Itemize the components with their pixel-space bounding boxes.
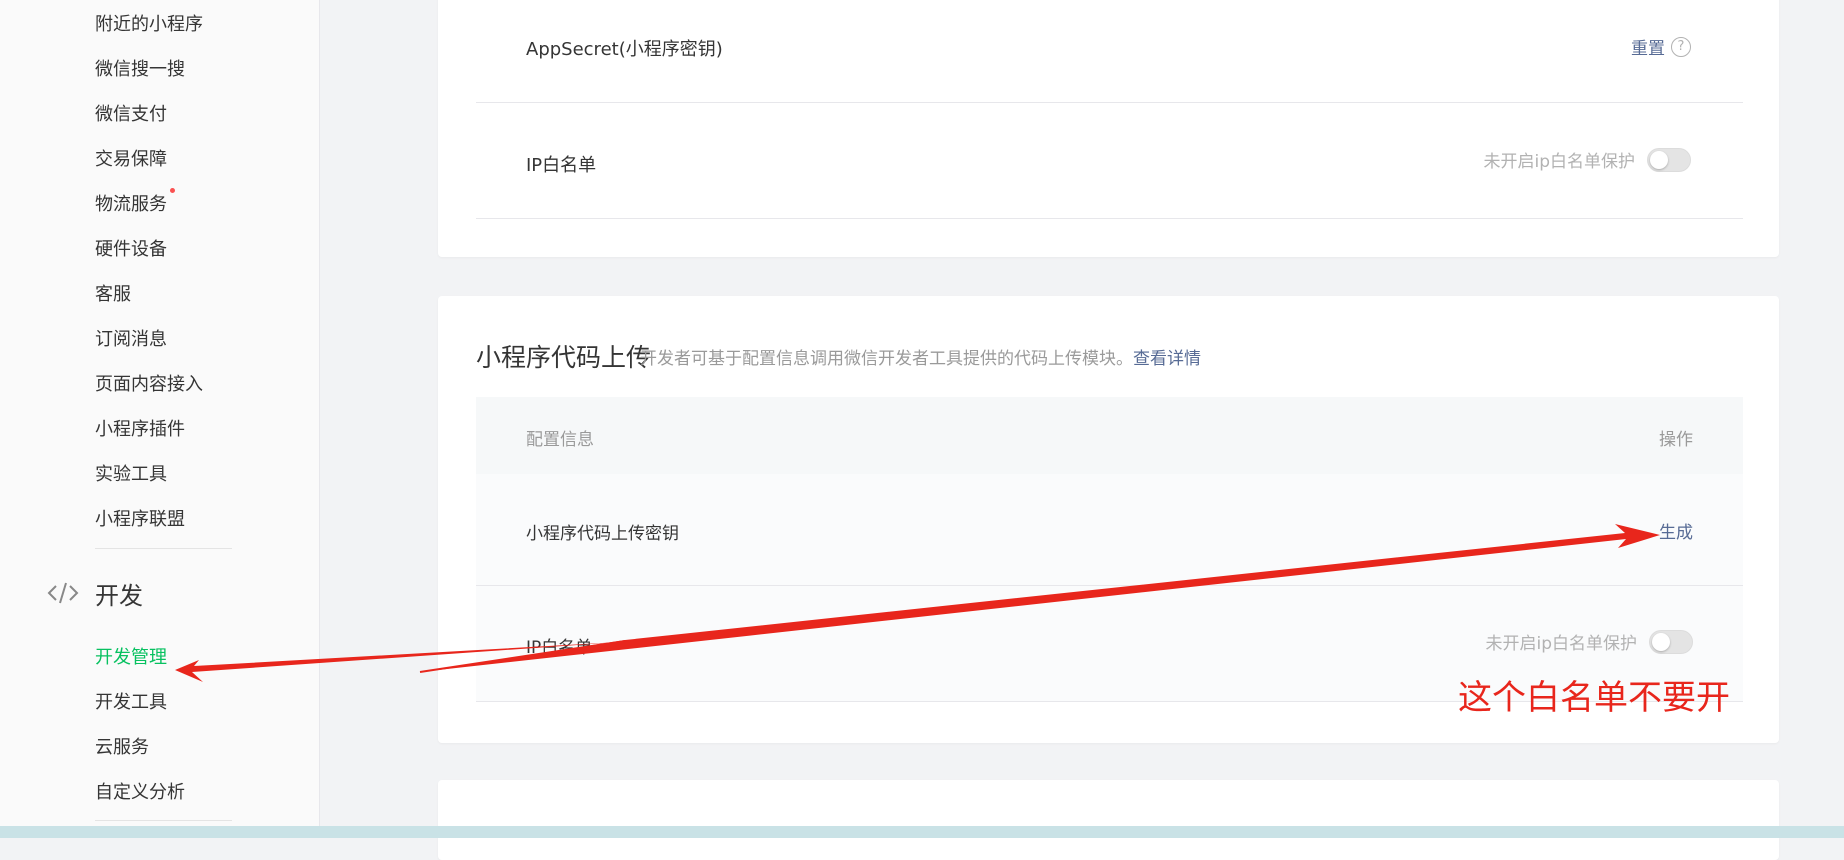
sidebar-item-customer-service[interactable]: 客服: [95, 280, 131, 306]
sidebar: 附近的小程序 微信搜一搜 微信支付 交易保障 物流服务 硬件设备 客服 订阅消息…: [0, 0, 320, 838]
view-details-link[interactable]: 查看详情: [1133, 349, 1201, 369]
card-title: 小程序代码上传: [476, 343, 652, 372]
reset-appsecret-link[interactable]: 重置: [1631, 34, 1665, 59]
upload-ip-whitelist-control: 未开启ip白名单保护: [1485, 629, 1693, 654]
code-icon: [47, 578, 79, 608]
sidebar-item-dev-tools[interactable]: 开发工具: [95, 688, 167, 714]
sidebar-divider: [95, 548, 232, 549]
appsecret-actions: 重置 ?: [1631, 34, 1691, 59]
sidebar-item-trade-guarantee[interactable]: 交易保障: [95, 145, 167, 171]
sidebar-item-page-content[interactable]: 页面内容接入: [95, 370, 203, 396]
sidebar-item-wechat-pay[interactable]: 微信支付: [95, 100, 167, 126]
ip-whitelist-label: IP白名单: [526, 155, 597, 176]
table-row: 小程序代码上传密钥 生成: [476, 474, 1743, 585]
sidebar-item-label: 物流服务: [95, 194, 167, 215]
row-divider: [476, 102, 1743, 103]
sidebar-group-dev[interactable]: 开发: [47, 578, 143, 610]
sidebar-group-label: 开发: [95, 581, 143, 610]
help-icon[interactable]: ?: [1671, 36, 1691, 57]
sidebar-item-experiment-tools[interactable]: 实验工具: [95, 460, 167, 486]
toggle-knob: [1650, 150, 1668, 169]
sidebar-item-wechat-search[interactable]: 微信搜一搜: [95, 55, 185, 81]
appsecret-label: AppSecret(小程序密钥): [526, 39, 723, 60]
upload-ip-whitelist-status: 未开启ip白名单保护: [1485, 634, 1637, 654]
sidebar-item-plugins[interactable]: 小程序插件: [95, 415, 185, 441]
annotation-note: 这个白名单不要开: [1458, 678, 1730, 718]
ip-whitelist-toggle[interactable]: [1647, 147, 1691, 172]
sidebar-item-logistics[interactable]: 物流服务: [95, 188, 175, 216]
config-card: AppSecret(小程序密钥) 重置 ? IP白名单 未开启ip白名单保护: [438, 0, 1779, 257]
ip-whitelist-control: 未开启ip白名单保护: [1483, 147, 1691, 172]
ip-whitelist-status: 未开启ip白名单保护: [1483, 152, 1635, 172]
sidebar-item-cloud-service[interactable]: 云服务: [95, 733, 149, 759]
column-header-action: 操作: [1659, 430, 1693, 450]
generate-key-link[interactable]: 生成: [1659, 518, 1693, 543]
next-card: [438, 780, 1779, 860]
toggle-knob: [1652, 632, 1670, 651]
row-divider: [476, 218, 1743, 219]
column-header-config: 配置信息: [526, 430, 594, 450]
upload-key-label: 小程序代码上传密钥: [526, 524, 679, 544]
sidebar-item-custom-analysis[interactable]: 自定义分析: [95, 778, 185, 804]
sidebar-item-nearby-miniprogram[interactable]: 附近的小程序: [95, 10, 203, 36]
upload-ip-whitelist-label: IP白名单: [526, 638, 593, 658]
card-description: 开发者可基于配置信息调用微信开发者工具提供的代码上传模块。查看详情: [640, 344, 1201, 369]
sidebar-item-subscribe-message[interactable]: 订阅消息: [95, 325, 167, 351]
taskbar-strip: [0, 826, 1844, 838]
sidebar-item-alliance[interactable]: 小程序联盟: [95, 505, 185, 531]
sidebar-item-dev-management[interactable]: 开发管理: [95, 643, 167, 669]
upload-ip-whitelist-toggle[interactable]: [1649, 629, 1693, 654]
sidebar-item-hardware[interactable]: 硬件设备: [95, 235, 167, 261]
new-badge-dot: [170, 188, 175, 193]
sidebar-divider: [95, 820, 232, 821]
table-header: 配置信息 操作: [476, 397, 1743, 474]
card-description-text: 开发者可基于配置信息调用微信开发者工具提供的代码上传模块。: [640, 349, 1133, 369]
